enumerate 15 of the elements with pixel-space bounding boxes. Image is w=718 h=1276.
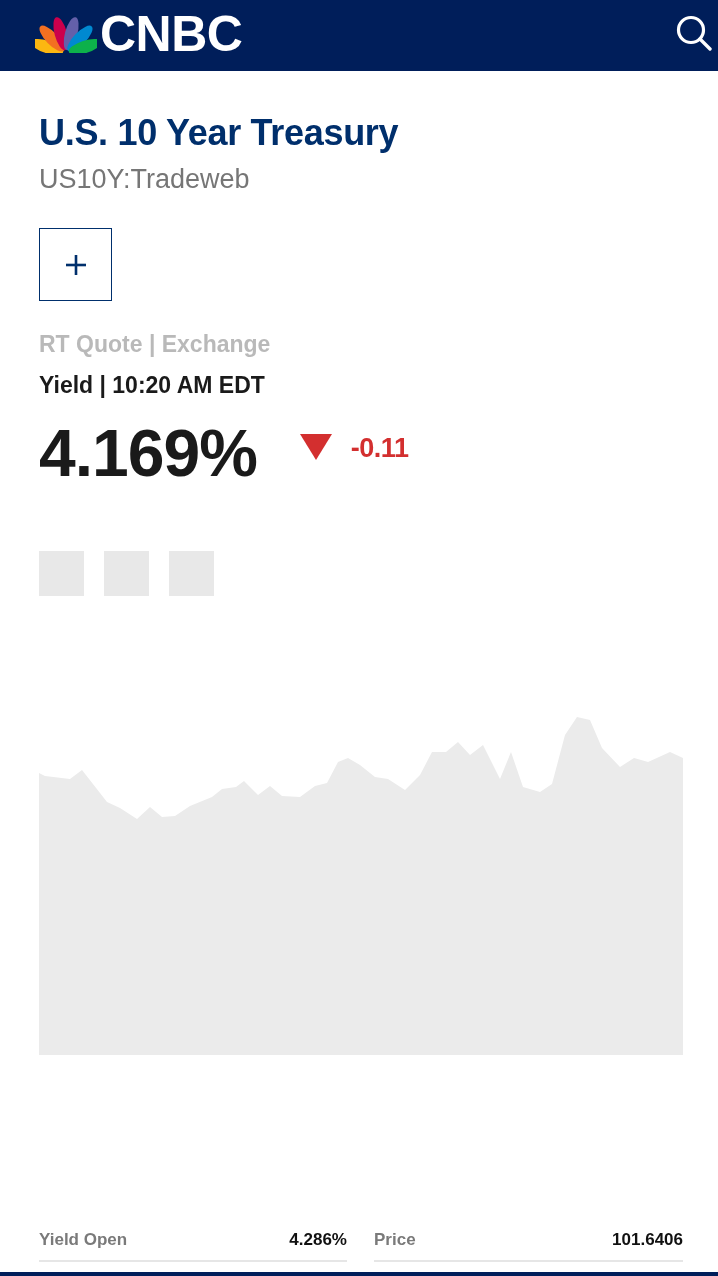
- symbol-text: US10Y:Tradeweb: [39, 163, 250, 195]
- plus-icon: [65, 254, 86, 275]
- search-icon[interactable]: [676, 14, 712, 51]
- last-yield-value: 4.169%: [39, 418, 257, 488]
- stat-value: 4.286%: [289, 1229, 347, 1251]
- peacock-logo-icon: [35, 15, 97, 53]
- change-value: -0.11: [350, 432, 409, 464]
- timestamp-text: Yield | 10:20 AM EDT: [39, 371, 265, 400]
- stat-value: 101.6406: [612, 1229, 683, 1251]
- add-button[interactable]: [39, 228, 112, 301]
- security-title: U.S. 10 Year Treasury: [39, 111, 399, 155]
- stat-label: Price: [374, 1229, 416, 1251]
- stat-label: Yield Open: [39, 1229, 128, 1251]
- logo-text[interactable]: CNBC: [100, 9, 243, 59]
- quote-source-text: RT Quote | Exchange: [39, 330, 271, 358]
